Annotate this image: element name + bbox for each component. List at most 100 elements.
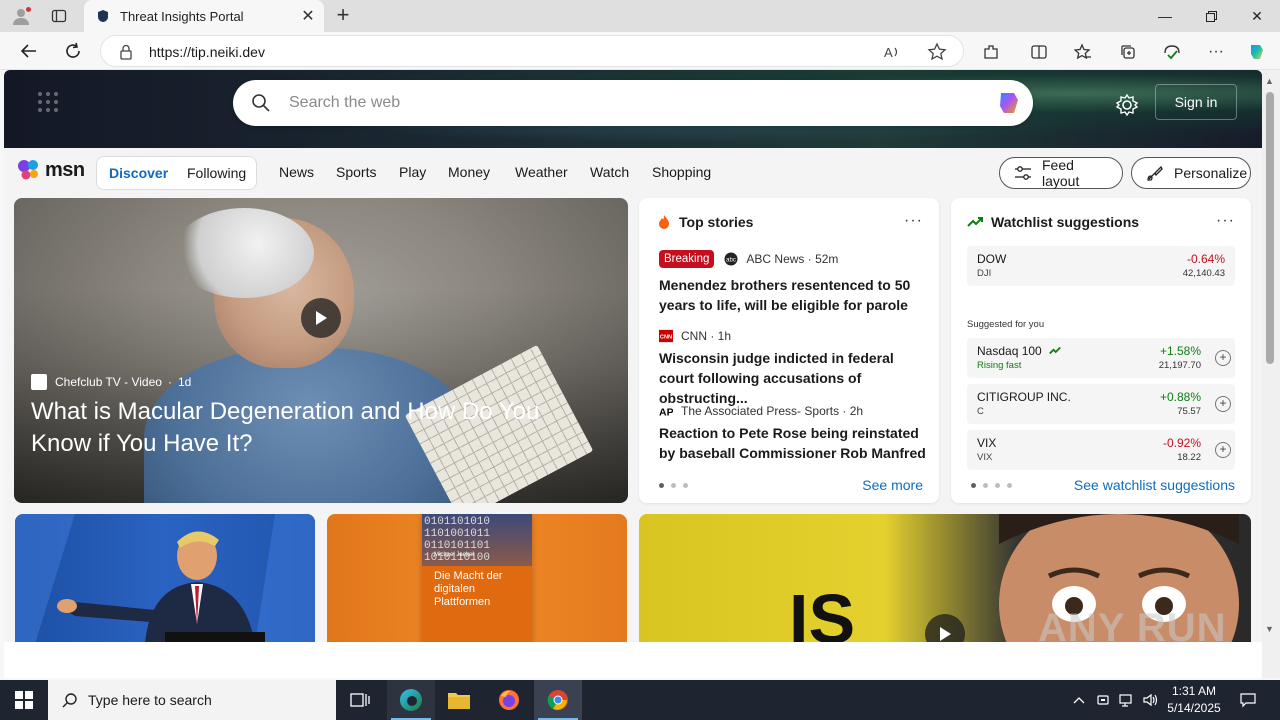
watchlist-row-dow[interactable]: DOW DJI -0.64% 42,140.43 [967, 246, 1235, 286]
tile-image-speaker [15, 514, 315, 644]
hero-source: Chefclub TV - Video · 1d [31, 374, 191, 390]
hero-story-card[interactable]: Chefclub TV - Video · 1d What is Macular… [14, 198, 628, 503]
restore-button[interactable] [1188, 0, 1234, 32]
favorites-icon[interactable] [1072, 41, 1094, 63]
nav-news[interactable]: News [279, 164, 314, 180]
system-clock[interactable]: 1:31 AM 5/14/2025 [1156, 683, 1232, 717]
watchlist-row-nasdaq[interactable]: Nasdaq 100 Rising fast +1.58% 21,197.70 … [967, 338, 1235, 378]
back-button[interactable] [16, 39, 42, 63]
tab-discover[interactable]: Discover [109, 165, 168, 181]
personalize-button[interactable]: Personalize [1131, 157, 1251, 189]
chrome-icon[interactable] [534, 680, 582, 720]
web-search-box[interactable]: Search the web [233, 80, 1033, 126]
see-more-link[interactable]: See more [862, 477, 923, 493]
nav-weather[interactable]: Weather [515, 164, 568, 180]
taskbar-search[interactable]: Type here to search [48, 680, 336, 720]
collections-icon[interactable] [1117, 41, 1139, 63]
see-watchlist-link[interactable]: See watchlist suggestions [1074, 477, 1235, 493]
device-icon[interactable] [1094, 680, 1112, 720]
msn-butterfly-icon [18, 160, 38, 180]
feed-layout-button[interactable]: Feed layout [999, 157, 1123, 189]
windows-start-icon[interactable] [0, 680, 48, 720]
sign-in-button[interactable]: Sign in [1155, 84, 1237, 120]
add-to-watchlist-icon[interactable]: + [1215, 442, 1231, 458]
abc-news-icon: abc [724, 252, 738, 266]
more-options-icon[interactable]: ··· [1216, 212, 1235, 230]
story-headline[interactable]: Reaction to Pete Rose being reinstated b… [659, 423, 929, 463]
tab-actions-icon[interactable] [48, 6, 70, 26]
more-options-icon[interactable]: ··· [904, 212, 923, 230]
lock-icon[interactable] [119, 44, 133, 60]
copilot-icon[interactable] [993, 87, 1025, 119]
address-bar[interactable]: https://tip.neiki.dev A [100, 35, 964, 67]
network-icon[interactable] [1117, 680, 1137, 720]
header-background: Search the web Sign in [4, 70, 1262, 148]
nav-play[interactable]: Play [399, 164, 426, 180]
msn-logo[interactable]: msn [16, 158, 85, 182]
add-to-watchlist-icon[interactable]: + [1215, 396, 1231, 412]
book-cover-art: 0101101010 1101001011 0110101101 1010110… [422, 514, 532, 566]
favorite-star-icon[interactable] [927, 42, 947, 62]
story-headline[interactable]: Menendez brothers resentenced to 50 year… [659, 275, 929, 315]
stock-trend-icon [967, 217, 983, 227]
play-icon[interactable] [925, 614, 965, 644]
tab-bar: Threat Insights Portal ✕ + — ✕ [0, 0, 1280, 32]
minimize-button[interactable]: — [1142, 0, 1188, 32]
scrollbar-thumb[interactable] [1266, 92, 1274, 364]
news-tile-politics[interactable] [15, 514, 315, 644]
extensions-icon[interactable] [980, 41, 1002, 63]
nav-sports[interactable]: Sports [336, 164, 376, 180]
url-text[interactable]: https://tip.neiki.dev [149, 44, 265, 60]
watchlist-row-citigroup[interactable]: CITIGROUP INC. C +0.88% 75.57 + [967, 384, 1235, 424]
search-input[interactable]: Search the web [289, 94, 400, 112]
scroll-down-arrow-icon[interactable]: ▼ [1265, 624, 1274, 634]
browser-essentials-icon[interactable] [1161, 41, 1183, 63]
carousel-dots[interactable] [659, 483, 688, 488]
page-scrollbar[interactable]: ▲ ▼ [1262, 70, 1280, 678]
play-icon[interactable] [301, 298, 341, 338]
category-nav: msn Discover Following News Sports Play … [4, 148, 1262, 196]
more-options-icon[interactable]: ··· [1205, 41, 1227, 63]
svg-text:CNN: CNN [660, 335, 672, 341]
tile-overlay-text: IS [789, 580, 856, 644]
split-screen-icon[interactable] [1028, 41, 1050, 63]
profile-icon[interactable] [8, 4, 34, 28]
carousel-dots[interactable] [971, 483, 1012, 488]
add-to-watchlist-icon[interactable]: + [1215, 350, 1231, 366]
scroll-up-arrow-icon[interactable]: ▲ [1265, 76, 1274, 86]
file-explorer-icon[interactable] [435, 680, 483, 720]
story-meta: AP The Associated Press- Sports · 2h [659, 404, 864, 418]
watchlist-row-vix[interactable]: VIX VIX -0.92% 18.22 + [967, 430, 1235, 470]
refresh-button[interactable] [60, 39, 86, 63]
copilot-sidebar-icon[interactable] [1246, 41, 1268, 63]
rising-trend-icon [1049, 346, 1061, 355]
watchlist-card: Watchlist suggestions ··· DOW DJI -0.64%… [951, 198, 1251, 503]
news-tile-book[interactable]: 0101101010 1101001011 0110101101 1010110… [327, 514, 627, 644]
hero-headline[interactable]: What is Macular Degeneration and How Do … [31, 396, 591, 460]
story-meta: CNN CNN · 1h [659, 329, 732, 343]
show-hidden-icons[interactable] [1070, 680, 1088, 720]
nav-money[interactable]: Money [448, 164, 490, 180]
nav-shopping[interactable]: Shopping [652, 164, 711, 180]
tab-following[interactable]: Following [187, 165, 246, 181]
new-tab-button[interactable]: + [332, 4, 354, 27]
taskbar-search-input[interactable]: Type here to search [88, 692, 212, 708]
close-window-button[interactable]: ✕ [1234, 0, 1280, 32]
notifications-icon[interactable] [1236, 680, 1260, 720]
firefox-icon[interactable] [485, 680, 533, 720]
nav-watch[interactable]: Watch [590, 164, 629, 180]
edge-taskbar-icon[interactable] [387, 680, 435, 720]
msn-page: Search the web Sign in msn Discover Foll… [4, 70, 1262, 678]
source-logo [31, 374, 47, 390]
sliders-icon [1014, 165, 1032, 181]
close-tab-icon[interactable]: ✕ [298, 6, 318, 26]
tab-active[interactable]: Threat Insights Portal ✕ [84, 0, 324, 32]
story-headline[interactable]: Wisconsin judge indicted in federal cour… [659, 348, 929, 408]
apps-grid-icon[interactable] [36, 90, 60, 114]
settings-gear-icon[interactable] [1114, 92, 1140, 118]
task-view-icon[interactable] [336, 680, 384, 720]
top-stories-card: Top stories ··· Breaking abc ABC News · … [639, 198, 939, 503]
read-aloud-icon[interactable]: A [883, 43, 901, 61]
anyrun-watermark: ANY RUN [1038, 606, 1227, 650]
suggested-label: Suggested for you [967, 319, 1045, 330]
